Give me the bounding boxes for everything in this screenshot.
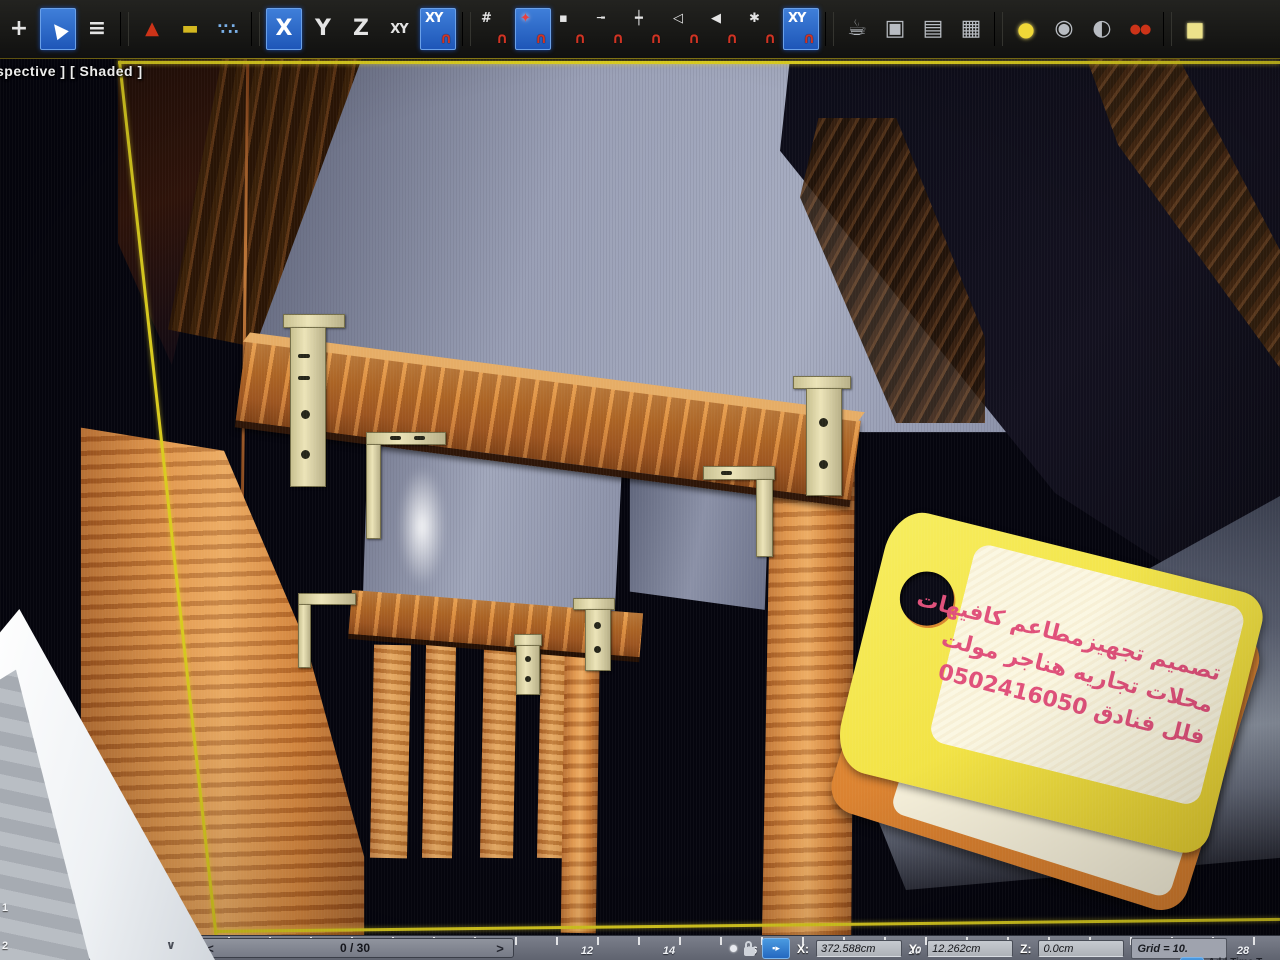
- main-toolbar: +▲≡▲▬∵∴XYZXYXY#✦▪╼┿◁◀✱XY☕▣▤▦●◉◐●●■: [0, 0, 1280, 58]
- axis-x-button[interactable]: X: [266, 8, 302, 50]
- snap-xy-3d-icon[interactable]: XY: [783, 8, 819, 50]
- absolute-mode-icon[interactable]: ▪▸: [762, 938, 790, 959]
- spinner-snap-icon[interactable]: ✱: [745, 9, 779, 49]
- axis-y-button[interactable]: Y: [306, 9, 340, 49]
- endpoint-snap-icon[interactable]: ╼: [593, 9, 627, 49]
- percent-snap-icon[interactable]: ◀: [707, 9, 741, 49]
- trackbar-frame-number: 14: [663, 945, 675, 957]
- toolbar-separator: [251, 12, 260, 46]
- snap-xy-toggle-icon[interactable]: XY: [420, 8, 456, 50]
- axis-xy-button[interactable]: XY: [382, 9, 416, 49]
- viewport-border-top: [118, 61, 1280, 64]
- grid-snap-icon[interactable]: #: [477, 9, 511, 49]
- render-settings-icon[interactable]: ▦: [954, 9, 988, 49]
- render-production-icon[interactable]: ●●: [1123, 9, 1157, 49]
- snaps-toggle-icon[interactable]: ✦: [515, 8, 551, 50]
- render-teapot-icon[interactable]: ☕: [840, 9, 874, 49]
- metal-bracket: [366, 432, 448, 542]
- metal-bracket: [298, 593, 358, 669]
- selection-lock-icon[interactable]: [744, 947, 755, 956]
- toolbar-separator: [1163, 12, 1172, 46]
- time-current-frame[interactable]: 0 / 30: [223, 941, 487, 955]
- z-coord-field[interactable]: 0.0cm: [1038, 940, 1124, 957]
- viewport-border-bottom: [214, 918, 1280, 933]
- metal-bracket: [793, 376, 855, 498]
- status-dot-icon[interactable]: [730, 945, 737, 952]
- maximize-viewport-icon[interactable]: ■: [1178, 9, 1212, 49]
- midpoint-snap-icon[interactable]: ┿: [631, 9, 665, 49]
- light-bulb-icon[interactable]: ●: [1009, 9, 1043, 49]
- corner-number: 2: [2, 940, 8, 952]
- z-coord-label: Z:: [1020, 942, 1031, 956]
- viewport-label[interactable]: spective ] [ Shaded ]: [0, 63, 143, 79]
- vertex-snap-icon[interactable]: ▪: [555, 9, 589, 49]
- video-camera-icon[interactable]: ◉: [1047, 9, 1081, 49]
- toolbar-separator: [825, 12, 834, 46]
- time-slider[interactable]: < 0 / 30 >: [196, 938, 514, 958]
- metal-bracket: [283, 314, 353, 489]
- y-coord-label: Y:: [909, 942, 920, 956]
- select-object-icon[interactable]: ▲: [40, 8, 76, 50]
- link-hierarchy-icon[interactable]: ▲: [135, 9, 169, 49]
- metal-bracket: [514, 634, 544, 696]
- corner-number: 1: [2, 902, 8, 914]
- toolbar-separator: [994, 12, 1003, 46]
- price-tag-card: تصميم تجهيزمطاعم كافيهات محلات تجاريه هن…: [928, 542, 1247, 807]
- render-preview-icon[interactable]: ◐: [1085, 9, 1119, 49]
- axis-z-button[interactable]: Z: [344, 9, 378, 49]
- trackbar-frame-number: 12: [581, 945, 593, 957]
- render-setup-icon[interactable]: ▣: [878, 9, 912, 49]
- measure-ruler-icon[interactable]: ▬: [173, 9, 207, 49]
- metal-bracket: [573, 598, 617, 672]
- toolbar-separator: [462, 12, 471, 46]
- model-slat: [370, 645, 411, 859]
- y-coord-field[interactable]: 12.262cm: [927, 940, 1013, 957]
- metal-bracket: [703, 466, 777, 558]
- add-tool-icon[interactable]: +: [2, 9, 36, 49]
- select-by-name-icon[interactable]: ≡: [80, 9, 114, 49]
- angle-snap-icon[interactable]: ◁: [669, 9, 703, 49]
- model-slat: [480, 645, 517, 859]
- grid-size-display: Grid = 10.: [1131, 938, 1227, 959]
- chevron-down-icon[interactable]: ∨: [166, 938, 176, 952]
- x-coord-field[interactable]: 372.588cm: [816, 940, 902, 957]
- x-coord-label: X:: [797, 942, 809, 956]
- model-slat: [422, 645, 456, 859]
- toolbar-separator: [120, 12, 129, 46]
- 3dsmax-window: +▲≡▲▬∵∴XYZXYXY#✦▪╼┿◁◀✱XY☕▣▤▦●◉◐●●■: [0, 0, 1280, 960]
- perspective-viewport[interactable]: Z x تصميم تجهيزمطاعم كافيهات محلات تجاري…: [0, 58, 1280, 938]
- selection-region-icon[interactable]: ∵∴: [211, 9, 245, 49]
- time-next-button[interactable]: >: [487, 942, 513, 955]
- environment-dialog-icon[interactable]: ▤: [916, 9, 950, 49]
